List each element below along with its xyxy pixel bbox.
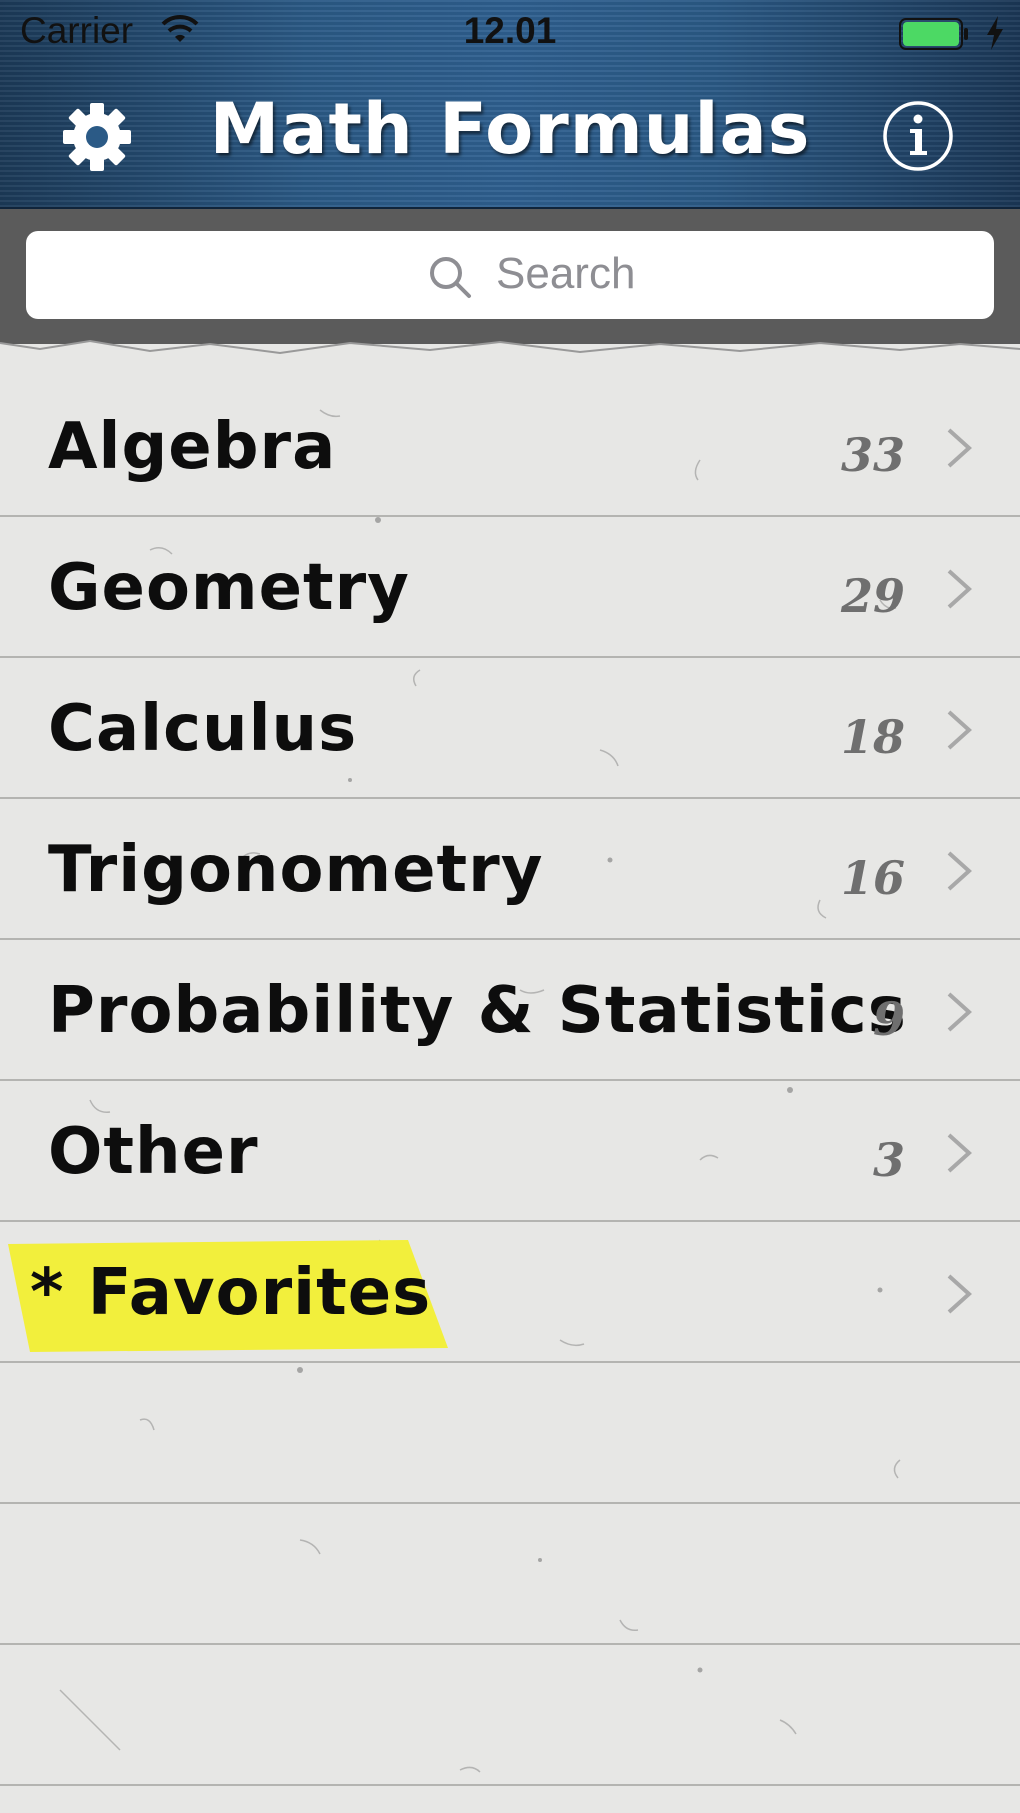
list-item-calculus[interactable]: Calculus 18 [0, 658, 1020, 799]
search-input[interactable]: Search [26, 231, 994, 319]
empty-row [0, 1645, 1020, 1786]
list-item-algebra[interactable]: Algebra 33 [0, 376, 1020, 517]
list-item-label: Trigonometry [48, 833, 544, 907]
list-item-other[interactable]: Other 3 [0, 1081, 1020, 1222]
page-title: Math Formulas [209, 88, 811, 170]
list-item-geometry[interactable]: Geometry 29 [0, 517, 1020, 658]
formula-count: 29 [840, 569, 905, 623]
list-item-label: Algebra [48, 410, 337, 484]
list-item-trigonometry[interactable]: Trigonometry 16 [0, 799, 1020, 940]
empty-row [0, 1363, 1020, 1504]
formula-count: 33 [840, 428, 905, 482]
torn-paper-edge [0, 339, 1020, 375]
chevron-right-icon [947, 992, 972, 1032]
info-button[interactable] [882, 100, 954, 172]
charging-icon [987, 16, 1003, 50]
formula-count: 18 [840, 710, 905, 764]
search-bar-container: Search [0, 209, 1020, 344]
chevron-right-icon [947, 851, 972, 891]
list-item-label: Geometry [48, 551, 410, 625]
formula-count: 3 [872, 1133, 905, 1187]
battery-icon [899, 18, 968, 50]
list-item-favorites[interactable]: * Favorites [0, 1222, 1020, 1363]
chevron-right-icon [947, 428, 972, 468]
empty-row [0, 1504, 1020, 1645]
search-icon [430, 257, 471, 298]
list-item-label: Probability & Statistics [48, 974, 907, 1048]
list-item-probability-statistics[interactable]: Probability & Statistics 9 [0, 940, 1020, 1081]
status-bar: Carrier 12.01 [0, 0, 1020, 68]
list-item-label: Other [48, 1115, 259, 1189]
chevron-right-icon [947, 569, 972, 609]
chevron-right-icon [947, 1133, 972, 1173]
list-item-label: * Favorites [30, 1256, 432, 1330]
list-item-label: Calculus [48, 692, 358, 766]
info-icon [883, 101, 953, 171]
category-list: Algebra 33 Geometry 29 Calculus 18 Trigo… [0, 376, 1020, 1786]
status-time: 12.01 [463, 10, 557, 51]
chevron-right-icon [947, 710, 972, 750]
search-placeholder: Search [496, 249, 636, 298]
navigation-bar: Carrier 12.01 Math Formulas [0, 0, 1020, 209]
formula-count: 9 [872, 992, 905, 1046]
chevron-right-icon [947, 1274, 972, 1314]
formula-count: 16 [840, 851, 905, 905]
